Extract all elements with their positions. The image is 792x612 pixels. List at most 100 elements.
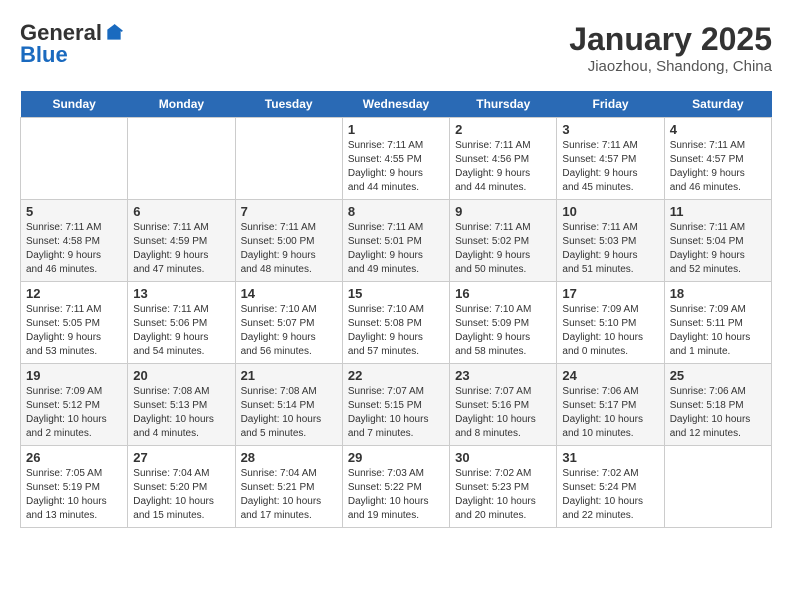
date-number: 7 [241,204,337,219]
cell-info: Sunrise: 7:11 AM Sunset: 4:56 PM Dayligh… [455,139,551,195]
logo-icon [104,23,124,43]
date-number: 16 [455,286,551,301]
cell-info: Sunrise: 7:11 AM Sunset: 4:57 PM Dayligh… [670,139,766,195]
date-number: 20 [133,368,229,383]
calendar-cell: 11 Sunrise: 7:11 AM Sunset: 5:04 PM Dayli… [664,200,771,282]
cell-info: Sunrise: 7:11 AM Sunset: 4:59 PM Dayligh… [133,221,229,277]
cell-info: Sunrise: 7:07 AM Sunset: 5:16 PM Dayligh… [455,385,551,441]
calendar-table: SundayMondayTuesdayWednesdayThursdayFrid… [20,91,772,528]
day-header-row: SundayMondayTuesdayWednesdayThursdayFrid… [21,91,772,118]
calendar-cell: 24 Sunrise: 7:06 AM Sunset: 5:17 PM Dayli… [557,364,664,446]
calendar-cell: 9 Sunrise: 7:11 AM Sunset: 5:02 PM Daylig… [450,200,557,282]
calendar-cell: 30Sunrise: 7:02 AM Sunset: 5:23 PM Dayli… [450,446,557,528]
date-number: 25 [670,368,766,383]
calendar-cell: 7 Sunrise: 7:11 AM Sunset: 5:00 PM Daylig… [235,200,342,282]
calendar-cell [235,118,342,200]
calendar-cell: 31 Sunrise: 7:02 AM Sunset: 5:24 PM Dayli… [557,446,664,528]
day-header-thursday: Thursday [450,91,557,118]
day-header-tuesday: Tuesday [235,91,342,118]
date-number: 24 [562,368,658,383]
week-row-2: 5 Sunrise: 7:11 AM Sunset: 4:58 PM Daylig… [21,200,772,282]
date-number: 14 [241,286,337,301]
calendar-cell [664,446,771,528]
logo: General Blue [20,20,124,68]
calendar-cell: 2 Sunrise: 7:11 AM Sunset: 4:56 PM Daylig… [450,118,557,200]
calendar-cell: 19 Sunrise: 7:09 AM Sunset: 5:12 PM Dayli… [21,364,128,446]
date-number: 27 [133,450,229,465]
date-number: 29 [348,450,444,465]
date-number: 30 [455,450,551,465]
cell-info: Sunrise: 7:09 AM Sunset: 5:10 PM Dayligh… [562,303,658,359]
date-number: 9 [455,204,551,219]
cell-info: Sunrise: 7:11 AM Sunset: 5:01 PM Dayligh… [348,221,444,277]
logo-blue: Blue [20,42,68,68]
day-header-wednesday: Wednesday [342,91,449,118]
date-number: 28 [241,450,337,465]
cell-info: Sunrise: 7:11 AM Sunset: 5:03 PM Dayligh… [562,221,658,277]
cell-info: Sunrise: 7:11 AM Sunset: 5:06 PM Dayligh… [133,303,229,359]
day-header-sunday: Sunday [21,91,128,118]
cell-info: Sunrise: 7:10 AM Sunset: 5:09 PM Dayligh… [455,303,551,359]
cell-info: Sunrise: 7:09 AM Sunset: 5:11 PM Dayligh… [670,303,766,359]
date-number: 5 [26,204,122,219]
calendar-cell: 1Sunrise: 7:11 AM Sunset: 4:55 PM Daylig… [342,118,449,200]
day-header-monday: Monday [128,91,235,118]
date-number: 3 [562,122,658,137]
date-number: 17 [562,286,658,301]
cell-info: Sunrise: 7:11 AM Sunset: 4:58 PM Dayligh… [26,221,122,277]
calendar-cell: 5 Sunrise: 7:11 AM Sunset: 4:58 PM Daylig… [21,200,128,282]
cell-info: Sunrise: 7:04 AM Sunset: 5:21 PM Dayligh… [241,467,337,523]
cell-info: Sunrise: 7:10 AM Sunset: 5:07 PM Dayligh… [241,303,337,359]
calendar-subtitle: Jiaozhou, Shandong, China [569,58,772,75]
cell-info: Sunrise: 7:11 AM Sunset: 5:00 PM Dayligh… [241,221,337,277]
date-number: 2 [455,122,551,137]
title-block: January 2025 Jiaozhou, Shandong, China [569,20,772,75]
cell-info: Sunrise: 7:11 AM Sunset: 5:05 PM Dayligh… [26,303,122,359]
date-number: 19 [26,368,122,383]
cell-info: Sunrise: 7:02 AM Sunset: 5:24 PM Dayligh… [562,467,658,523]
cell-info: Sunrise: 7:05 AM Sunset: 5:19 PM Dayligh… [26,467,122,523]
page-header: General Blue January 2025 Jiaozhou, Shan… [20,20,772,75]
calendar-cell: 4 Sunrise: 7:11 AM Sunset: 4:57 PM Daylig… [664,118,771,200]
calendar-cell [128,118,235,200]
calendar-title: January 2025 [569,20,772,58]
cell-info: Sunrise: 7:11 AM Sunset: 4:57 PM Dayligh… [562,139,658,195]
calendar-cell: 13Sunrise: 7:11 AM Sunset: 5:06 PM Dayli… [128,282,235,364]
cell-info: Sunrise: 7:11 AM Sunset: 4:55 PM Dayligh… [348,139,444,195]
cell-info: Sunrise: 7:11 AM Sunset: 5:02 PM Dayligh… [455,221,551,277]
date-number: 11 [670,204,766,219]
cell-info: Sunrise: 7:11 AM Sunset: 5:04 PM Dayligh… [670,221,766,277]
cell-info: Sunrise: 7:03 AM Sunset: 5:22 PM Dayligh… [348,467,444,523]
day-header-saturday: Saturday [664,91,771,118]
week-row-5: 26 Sunrise: 7:05 AM Sunset: 5:19 PM Dayli… [21,446,772,528]
cell-info: Sunrise: 7:06 AM Sunset: 5:17 PM Dayligh… [562,385,658,441]
calendar-cell: 28 Sunrise: 7:04 AM Sunset: 5:21 PM Dayli… [235,446,342,528]
calendar-cell: 3 Sunrise: 7:11 AM Sunset: 4:57 PM Daylig… [557,118,664,200]
cell-info: Sunrise: 7:07 AM Sunset: 5:15 PM Dayligh… [348,385,444,441]
date-number: 31 [562,450,658,465]
cell-info: Sunrise: 7:10 AM Sunset: 5:08 PM Dayligh… [348,303,444,359]
calendar-cell: 14 Sunrise: 7:10 AM Sunset: 5:07 PM Dayli… [235,282,342,364]
cell-info: Sunrise: 7:08 AM Sunset: 5:13 PM Dayligh… [133,385,229,441]
calendar-cell: 16 Sunrise: 7:10 AM Sunset: 5:09 PM Dayli… [450,282,557,364]
cell-info: Sunrise: 7:04 AM Sunset: 5:20 PM Dayligh… [133,467,229,523]
week-row-1: 1Sunrise: 7:11 AM Sunset: 4:55 PM Daylig… [21,118,772,200]
calendar-cell: 18 Sunrise: 7:09 AM Sunset: 5:11 PM Dayli… [664,282,771,364]
calendar-cell: 25 Sunrise: 7:06 AM Sunset: 5:18 PM Dayli… [664,364,771,446]
calendar-cell [21,118,128,200]
calendar-cell: 20 Sunrise: 7:08 AM Sunset: 5:13 PM Dayli… [128,364,235,446]
date-number: 23 [455,368,551,383]
date-number: 21 [241,368,337,383]
cell-info: Sunrise: 7:09 AM Sunset: 5:12 PM Dayligh… [26,385,122,441]
calendar-cell: 17 Sunrise: 7:09 AM Sunset: 5:10 PM Dayli… [557,282,664,364]
calendar-cell: 27 Sunrise: 7:04 AM Sunset: 5:20 PM Dayli… [128,446,235,528]
cell-info: Sunrise: 7:06 AM Sunset: 5:18 PM Dayligh… [670,385,766,441]
calendar-cell: 29 Sunrise: 7:03 AM Sunset: 5:22 PM Dayli… [342,446,449,528]
date-number: 12 [26,286,122,301]
calendar-cell: 8Sunrise: 7:11 AM Sunset: 5:01 PM Daylig… [342,200,449,282]
calendar-cell: 23 Sunrise: 7:07 AM Sunset: 5:16 PM Dayli… [450,364,557,446]
date-number: 4 [670,122,766,137]
date-number: 18 [670,286,766,301]
date-number: 26 [26,450,122,465]
calendar-cell: 22Sunrise: 7:07 AM Sunset: 5:15 PM Dayli… [342,364,449,446]
